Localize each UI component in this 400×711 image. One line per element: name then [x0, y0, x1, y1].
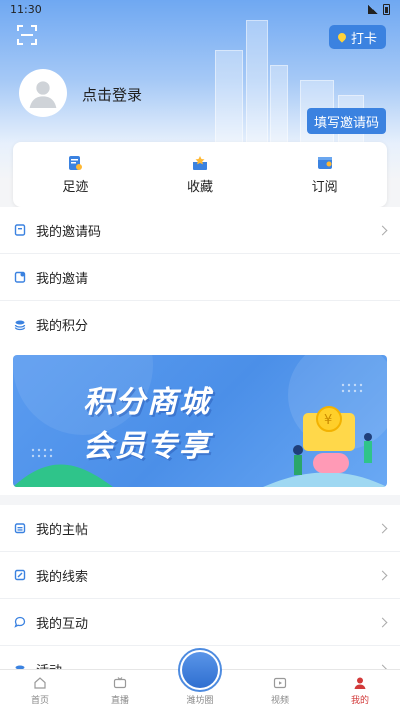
chevron-right-icon: [377, 570, 388, 580]
menu-item-label: 我的主帖: [36, 522, 89, 538]
lead-icon: [14, 569, 26, 581]
banner-section: ¥ 积分商城 会员专享: [0, 347, 400, 495]
invite-icon: [14, 271, 26, 283]
home-icon: [34, 677, 46, 689]
menu-item-invite[interactable]: 我的邀请: [0, 254, 400, 301]
quick-action-label: 足迹: [62, 180, 89, 195]
footprint-icon: [69, 156, 83, 170]
menu-item-label: 我的线索: [36, 569, 89, 585]
svg-text:¥: ¥: [324, 413, 332, 428]
menu-item-my-leads[interactable]: 我的线索: [0, 552, 400, 599]
profile-icon: [354, 677, 366, 689]
default-user-icon: [29, 81, 57, 108]
quick-actions-card: 足迹 收藏 订阅: [13, 142, 387, 207]
banner-title: 积分商城: [83, 385, 211, 420]
weifang-circle-emblem: [182, 652, 218, 688]
menu-item-my-interactions[interactable]: 我的互动: [0, 599, 400, 646]
quick-action-subscribe[interactable]: 订阅: [262, 142, 387, 207]
status-bar: 11:30: [0, 0, 400, 18]
live-icon: [113, 677, 127, 689]
quick-action-footprint[interactable]: 足迹: [13, 142, 138, 207]
quick-action-label: 收藏: [187, 180, 214, 195]
quick-action-favorite[interactable]: 收藏: [138, 142, 263, 207]
quick-action-label: 订阅: [311, 180, 338, 195]
nav-home[interactable]: 首页: [0, 670, 80, 711]
nav-live[interactable]: 直播: [80, 670, 160, 711]
signal-icon: [368, 4, 378, 14]
building-decoration: [215, 50, 243, 150]
avatar[interactable]: [19, 69, 67, 117]
post-icon: [14, 523, 26, 534]
subscribe-icon: [317, 157, 332, 169]
status-time: 11:30: [10, 2, 42, 16]
nav-label: 视频: [270, 696, 289, 706]
chevron-right-icon: [377, 523, 388, 533]
menu-item-my-posts[interactable]: 我的主帖: [0, 505, 400, 552]
location-pin-icon: [336, 31, 348, 43]
weifang-circle-icon[interactable]: [178, 648, 222, 692]
checkin-label: 打卡: [350, 31, 377, 47]
menu-item-invite-code[interactable]: 我的邀请码: [0, 207, 400, 254]
chevron-right-icon: [377, 617, 388, 627]
building-decoration: [270, 65, 288, 150]
building-decoration: [246, 20, 268, 150]
points-mall-banner[interactable]: ¥ 积分商城 会员专享: [13, 355, 387, 487]
scan-icon[interactable]: [16, 24, 38, 46]
nav-video[interactable]: 视频: [240, 670, 320, 711]
nav-label: 首页: [30, 696, 49, 706]
menu-item-label: 我的邀请码: [36, 224, 102, 240]
nav-label: 我的: [350, 696, 369, 706]
invite-code-icon: [14, 224, 26, 236]
interaction-icon: [14, 616, 26, 628]
video-icon: [273, 677, 287, 689]
menu-item-label: 我的积分: [36, 319, 89, 334]
login-link[interactable]: 点击登录: [82, 84, 142, 105]
nav-label: 潍坊圈: [186, 696, 214, 706]
banner-subtitle: 会员专享: [83, 429, 211, 464]
chevron-right-icon: [377, 225, 388, 235]
checkin-button[interactable]: 打卡: [328, 25, 386, 49]
nav-label: 直播: [110, 696, 129, 706]
battery-icon: [383, 3, 390, 15]
points-icon: [14, 320, 26, 330]
invite-code-button[interactable]: 填写邀请码: [306, 108, 386, 134]
menu-item-label: 我的邀请: [36, 271, 89, 287]
menu-list-top: 我的邀请码 我的邀请 我的积分: [0, 207, 400, 348]
favorite-icon: [193, 156, 207, 170]
menu-item-points[interactable]: 我的积分: [0, 301, 400, 348]
nav-profile[interactable]: 我的: [320, 670, 400, 711]
menu-item-label: 我的互动: [36, 616, 89, 632]
